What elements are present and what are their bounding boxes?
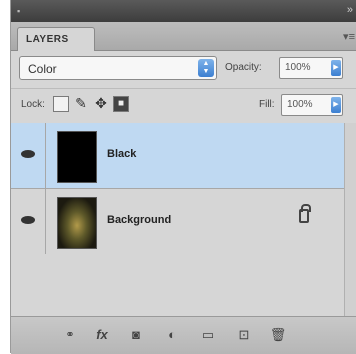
visibility-toggle[interactable] bbox=[11, 189, 46, 254]
layers-empty-area bbox=[11, 254, 356, 316]
layer-row-black[interactable]: Black bbox=[11, 123, 356, 189]
layer-thumbnail bbox=[57, 131, 97, 183]
lock-label: Lock: bbox=[21, 99, 45, 110]
fill-field[interactable]: 100% ▶ bbox=[281, 94, 343, 116]
layer-thumbnail bbox=[57, 197, 97, 249]
lock-row: Lock: ✎ ✥ ■ Fill: 100% ▶ bbox=[11, 88, 356, 124]
panel-bottom-bar: ⚭ fx ◙ ◐ ▭ ⊡ 🗑 bbox=[11, 316, 356, 354]
panel-titlebar[interactable]: ▪ » bbox=[11, 0, 356, 22]
layer-name[interactable]: Black bbox=[107, 148, 136, 160]
panel-menu-icon[interactable]: ▾≡ bbox=[343, 30, 355, 43]
blend-mode-select[interactable]: Color ▲ ▼ bbox=[19, 56, 217, 80]
opacity-label: Opacity: bbox=[225, 62, 262, 73]
visibility-toggle[interactable] bbox=[11, 123, 46, 188]
lock-all-icon[interactable]: ■ bbox=[113, 96, 129, 112]
select-arrows-icon: ▲ ▼ bbox=[198, 59, 214, 77]
fill-value: 100% bbox=[287, 99, 313, 110]
opacity-arrow-icon[interactable]: ▶ bbox=[331, 60, 341, 76]
add-mask-icon[interactable]: ◙ bbox=[125, 327, 147, 343]
layer-lock-icon bbox=[299, 204, 311, 223]
fill-arrow-icon[interactable]: ▶ bbox=[331, 97, 341, 113]
layer-row-background[interactable]: Background bbox=[11, 189, 356, 255]
collapse-icon[interactable]: » bbox=[347, 4, 353, 16]
panel-tab-row: LAYERS ▾≡ bbox=[11, 22, 356, 51]
fill-label: Fill: bbox=[259, 99, 275, 110]
blend-mode-value: Color bbox=[28, 62, 57, 76]
opacity-field[interactable]: 100% ▶ bbox=[279, 57, 343, 79]
panel-grip-icon: ▪ bbox=[17, 6, 21, 16]
eye-icon bbox=[21, 150, 35, 158]
delete-layer-icon[interactable]: 🗑 bbox=[267, 327, 289, 343]
eye-icon bbox=[21, 216, 35, 224]
layers-scrollbar[interactable] bbox=[344, 123, 356, 316]
new-group-icon[interactable]: ▭ bbox=[197, 327, 219, 343]
new-layer-icon[interactable]: ⊡ bbox=[233, 327, 255, 343]
layer-name[interactable]: Background bbox=[107, 214, 171, 226]
lock-position-icon[interactable]: ✥ bbox=[93, 96, 109, 112]
adjustment-layer-icon[interactable]: ◐ bbox=[161, 327, 183, 343]
lock-transparent-icon[interactable] bbox=[53, 96, 69, 112]
layer-style-icon[interactable]: fx bbox=[91, 327, 113, 343]
tab-layers[interactable]: LAYERS bbox=[17, 27, 95, 51]
opacity-value: 100% bbox=[285, 62, 311, 73]
link-layers-icon[interactable]: ⚭ bbox=[59, 327, 81, 343]
lock-image-icon[interactable]: ✎ bbox=[73, 96, 89, 112]
layers-panel: ▪ » LAYERS ▾≡ Color ▲ ▼ Opacity: 100% ▶ L… bbox=[10, 0, 356, 354]
